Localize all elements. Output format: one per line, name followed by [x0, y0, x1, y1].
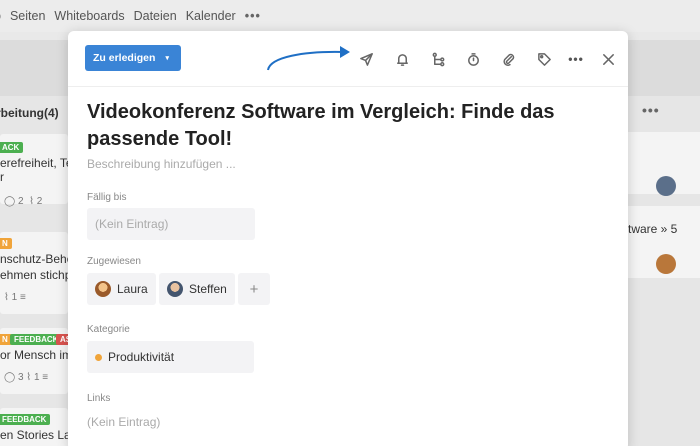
add-assignee-button[interactable]: +	[238, 273, 270, 305]
column-more-icon[interactable]: •••	[642, 102, 660, 118]
avatar	[167, 281, 183, 297]
list-item[interactable]: tware » 5	[628, 206, 700, 278]
card-meta: ⌇ 1 ≡	[4, 292, 26, 303]
status-dropdown-button[interactable]: Zu erledigen ▾	[85, 45, 181, 71]
top-nav: p Seiten Whiteboards Dateien Kalender ••…	[0, 0, 700, 32]
nav-item-kalender[interactable]: Kalender	[186, 9, 236, 23]
card-text: tware » 5	[628, 222, 678, 236]
status-label: Zu erledigen	[93, 52, 156, 64]
card-text-2: ehmen stichp	[0, 268, 68, 282]
links-field[interactable]: (Kein Eintrag)	[87, 415, 160, 429]
board-column-in-progress: rbeitung(4) ACK erefreiheit, Te r ◯ 2 ⌇ …	[0, 96, 68, 446]
avatar	[95, 281, 111, 297]
subtask-icon[interactable]	[428, 49, 448, 69]
assignee-chip-laura[interactable]: Laura	[87, 273, 156, 305]
due-label: Fällig bis	[87, 192, 127, 203]
feedback-badge: FEEDBACK	[0, 414, 51, 425]
assigned-label: Zugewiesen	[87, 256, 141, 267]
card-text: nschutz-Behö	[0, 252, 68, 266]
chevron-down-icon: ▾	[165, 55, 169, 62]
list-item[interactable]: N FEEDBACK AS or Mensch im ◯ 3 ⌇ 1 ≡	[0, 328, 68, 394]
list-item[interactable]	[628, 132, 700, 196]
card-meta: ◯ 3 ⌇ 1 ≡	[4, 372, 49, 383]
modal-header: Zu erledigen ▾ •••	[68, 31, 628, 87]
send-icon[interactable]	[356, 49, 376, 69]
timer-icon[interactable]	[463, 49, 483, 69]
nav-item-dateien[interactable]: Dateien	[134, 9, 177, 23]
column-title: rbeitung(4)	[0, 106, 59, 120]
links-label: Links	[87, 393, 111, 404]
category-label: Kategorie	[87, 324, 130, 335]
task-detail-modal: Zu erledigen ▾ ••• Videokonferenz Softwa…	[68, 31, 628, 446]
tag-icon[interactable]	[534, 49, 554, 69]
tag-badge: AS	[56, 334, 68, 345]
assignee-chip-steffen[interactable]: Steffen	[159, 273, 235, 305]
pointer-arrow-annotation	[267, 46, 350, 71]
nav-more-icon[interactable]: •••	[245, 9, 261, 23]
assignee-name: Steffen	[189, 282, 227, 296]
attachment-icon[interactable]	[498, 49, 518, 69]
card-text: erefreiheit, Te	[0, 156, 68, 170]
avatar	[656, 176, 676, 196]
nav-item-whiteboards[interactable]: Whiteboards	[54, 9, 124, 23]
nav-item-seiten[interactable]: Seiten	[10, 9, 45, 23]
assignee-name: Laura	[117, 282, 148, 296]
due-date-field[interactable]: (Kein Eintrag)	[87, 208, 255, 240]
list-item[interactable]: FEEDBACK en Stories La	[0, 408, 68, 446]
avatar	[656, 254, 676, 274]
nav-item-partial[interactable]: p	[0, 9, 1, 23]
description-input[interactable]: Beschreibung hinzufügen ...	[87, 157, 236, 171]
list-item[interactable]: ACK erefreiheit, Te r	[0, 134, 68, 204]
category-color-dot	[95, 353, 102, 361]
feedback-badge: FEEDBACK	[10, 334, 63, 345]
board-column-right: ••• tware » 5	[628, 96, 700, 446]
tag-badge: N	[0, 238, 12, 249]
card-text: en Stories La	[0, 428, 68, 442]
category-value: Produktivität	[108, 350, 175, 364]
more-icon[interactable]: •••	[566, 49, 586, 69]
task-title[interactable]: Videokonferenz Software im Vergleich: Fi…	[87, 99, 557, 153]
category-field[interactable]: Produktivität	[87, 341, 254, 373]
card-meta: ◯ 2 ⌇ 2	[4, 196, 43, 207]
bell-icon[interactable]	[392, 49, 412, 69]
card-text: or Mensch im	[0, 348, 68, 362]
list-item[interactable]: N nschutz-Behö ehmen stichp ⌇ 1 ≡	[0, 232, 68, 314]
close-icon[interactable]	[598, 49, 618, 69]
feedback-badge: ACK	[0, 142, 24, 153]
